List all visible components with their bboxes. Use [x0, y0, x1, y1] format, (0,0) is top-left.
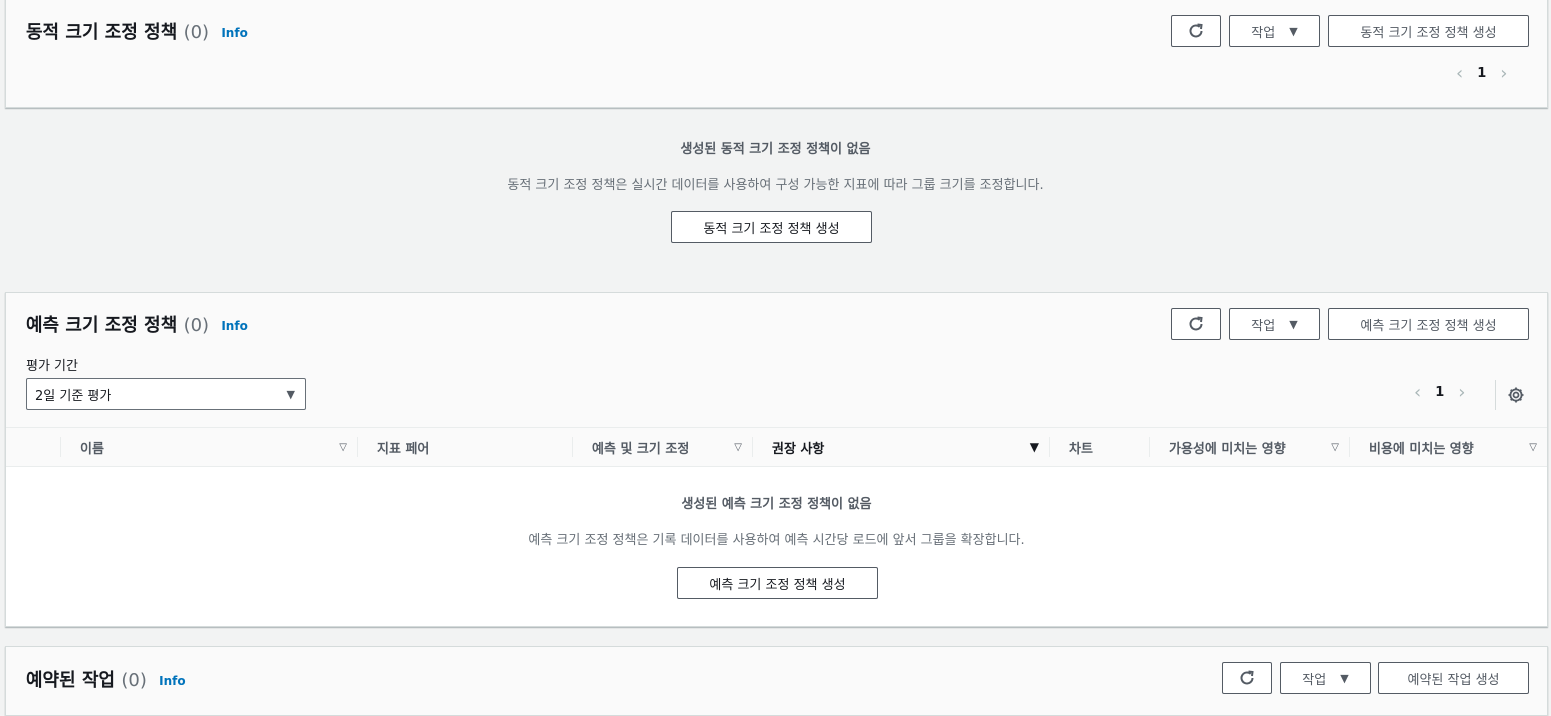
column-divider — [572, 437, 573, 457]
column-cost-impact-label: 비용에 미치는 영향 — [1369, 441, 1474, 457]
column-forecast-scaling[interactable]: 예측 및 크기 조정 ▽ — [572, 428, 752, 466]
dynamic-page-number[interactable]: 1 — [1477, 66, 1486, 81]
evaluation-period-label: 평가 기간 — [26, 359, 78, 374]
dynamic-empty-create-button[interactable]: 동적 크기 조정 정책 생성 — [671, 211, 872, 243]
dynamic-info-link[interactable]: Info — [221, 26, 247, 40]
chevron-left-icon[interactable]: ‹ — [1414, 382, 1421, 403]
chevron-left-icon[interactable]: ‹ — [1456, 63, 1463, 84]
predictive-empty-title: 생성된 예측 크기 조정 정책이 없음 — [681, 497, 872, 512]
dynamic-empty-title: 생성된 동적 크기 조정 정책이 없음 — [680, 142, 871, 157]
predictive-count: (0) — [183, 315, 210, 336]
sort-icon: ▽ — [734, 441, 742, 453]
pager-divider — [1495, 380, 1496, 410]
predictive-table-header: 이름 ▽ 지표 페어 예측 및 크기 조정 ▽ 권장 사항 ▼ 차트 가용성에 … — [6, 427, 1547, 467]
scheduled-count: (0) — [121, 670, 147, 691]
scheduled-actions-label: 작업 — [1302, 672, 1327, 688]
dynamic-title-text: 동적 크기 조정 정책 — [26, 22, 178, 43]
predictive-title-text: 예측 크기 조정 정책 — [26, 315, 178, 336]
scheduled-info-link[interactable]: Info — [159, 674, 185, 688]
caret-down-icon: ▼ — [1340, 671, 1349, 685]
predictive-empty-desc: 예측 크기 조정 정책은 기록 데이터를 사용하여 예측 시간당 로드에 앞서 … — [528, 533, 1025, 548]
dynamic-scaling-title: 동적 크기 조정 정책 (0) Info — [26, 18, 248, 44]
chevron-right-icon[interactable]: › — [1458, 382, 1465, 403]
column-divider — [1149, 437, 1150, 457]
scheduled-title-text: 예약된 작업 — [26, 670, 116, 691]
create-scheduled-action-button[interactable]: 예약된 작업 생성 — [1378, 662, 1529, 694]
column-metric-pair-label: 지표 페어 — [377, 441, 430, 457]
sort-icon: ▽ — [1529, 441, 1537, 453]
predictive-refresh-button[interactable] — [1171, 308, 1221, 340]
caret-down-icon: ▼ — [1289, 24, 1298, 38]
scheduled-actions-title: 예약된 작업 (0) Info — [26, 666, 186, 692]
evaluation-period-value: 2일 기준 평가 — [35, 388, 112, 404]
predictive-actions-button[interactable]: 작업 ▼ — [1229, 308, 1320, 340]
column-availability-impact[interactable]: 가용성에 미치는 영향 ▽ — [1149, 428, 1349, 466]
caret-down-icon: ▼ — [1289, 317, 1298, 331]
column-select — [6, 428, 60, 466]
evaluation-period-select[interactable]: 2일 기준 평가 ▼ — [26, 378, 306, 410]
predictive-page-number[interactable]: 1 — [1435, 385, 1444, 400]
column-recommendation-label: 권장 사항 — [772, 441, 825, 457]
column-divider — [1049, 437, 1050, 457]
create-dynamic-label: 동적 크기 조정 정책 생성 — [1360, 25, 1497, 41]
dynamic-actions-label: 작업 — [1251, 25, 1276, 41]
refresh-icon — [1189, 23, 1203, 38]
column-metric-pair[interactable]: 지표 페어 — [357, 428, 572, 466]
predictive-actions-label: 작업 — [1251, 318, 1276, 334]
sort-desc-icon: ▼ — [1029, 440, 1039, 454]
predictive-scaling-panel: 예측 크기 조정 정책 (0) Info 작업 ▼ 예측 크기 조정 정책 생성… — [5, 292, 1548, 627]
predictive-scaling-title: 예측 크기 조정 정책 (0) Info — [26, 311, 248, 337]
chevron-right-icon[interactable]: › — [1500, 63, 1507, 84]
sort-icon: ▽ — [1331, 441, 1339, 453]
sort-icon: ▽ — [339, 441, 347, 453]
column-name-label: 이름 — [80, 441, 104, 457]
create-scheduled-label: 예약된 작업 생성 — [1407, 672, 1500, 688]
column-chart-label: 차트 — [1069, 441, 1093, 457]
column-divider — [752, 437, 753, 457]
predictive-empty-create-button[interactable]: 예측 크기 조정 정책 생성 — [677, 567, 878, 599]
create-predictive-policy-button[interactable]: 예측 크기 조정 정책 생성 — [1328, 308, 1529, 340]
column-chart[interactable]: 차트 — [1049, 428, 1149, 466]
column-forecast-scaling-label: 예측 및 크기 조정 — [592, 441, 690, 457]
scheduled-actions-button[interactable]: 작업 ▼ — [1280, 662, 1371, 694]
column-name[interactable]: 이름 ▽ — [60, 428, 357, 466]
caret-down-icon: ▼ — [286, 387, 295, 401]
column-divider — [357, 437, 358, 457]
dynamic-empty-state: 생성된 동적 크기 조정 정책이 없음 동적 크기 조정 정책은 실시간 데이터… — [0, 108, 1551, 268]
scheduled-refresh-button[interactable] — [1222, 662, 1272, 694]
refresh-icon — [1189, 316, 1203, 331]
gear-icon — [1508, 387, 1524, 403]
column-cost-impact[interactable]: 비용에 미치는 영향 ▽ — [1349, 428, 1547, 466]
refresh-icon — [1240, 670, 1254, 685]
predictive-table-body: 생성된 예측 크기 조정 정책이 없음 예측 크기 조정 정책은 기록 데이터를… — [6, 467, 1547, 626]
column-availability-impact-label: 가용성에 미치는 영향 — [1169, 441, 1286, 457]
column-divider — [60, 437, 61, 457]
predictive-info-link[interactable]: Info — [221, 319, 247, 333]
dynamic-refresh-button[interactable] — [1171, 15, 1221, 47]
create-dynamic-policy-button[interactable]: 동적 크기 조정 정책 생성 — [1328, 15, 1529, 47]
column-recommendation[interactable]: 권장 사항 ▼ — [752, 428, 1049, 466]
dynamic-scaling-header-panel: 동적 크기 조정 정책 (0) Info 작업 ▼ 동적 크기 조정 정책 생성… — [5, 0, 1548, 108]
predictive-pagination: ‹ 1 › — [1414, 382, 1465, 403]
dynamic-count: (0) — [183, 22, 210, 43]
scheduled-actions-panel: 예약된 작업 (0) Info 작업 ▼ 예약된 작업 생성 — [5, 646, 1548, 716]
table-settings-button[interactable] — [1506, 385, 1526, 405]
dynamic-empty-desc: 동적 크기 조정 정책은 실시간 데이터를 사용하여 구성 가능한 지표에 따라… — [507, 178, 1044, 193]
dynamic-actions-button[interactable]: 작업 ▼ — [1229, 15, 1320, 47]
create-predictive-label: 예측 크기 조정 정책 생성 — [1360, 318, 1497, 334]
dynamic-pagination: ‹ 1 › — [1456, 63, 1507, 84]
column-divider — [1349, 437, 1350, 457]
